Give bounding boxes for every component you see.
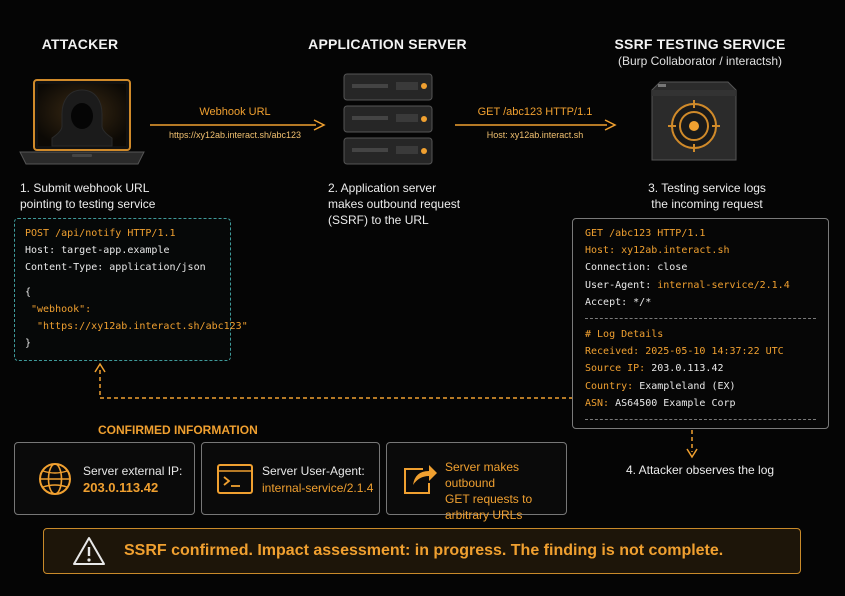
webhook-arrow-url: https://xy12ab.interact.sh/abc123 [168,130,302,140]
card-external-ip: Server external IP: 203.0.113.42 [14,442,195,515]
testing-service-appliance-icon [651,81,737,161]
user-agent-label: Server User-Agent: [262,464,365,478]
card-outbound-requests: Server makes outbound GET requests to ar… [386,442,567,522]
observe-arrow-down [686,430,698,459]
ssrf-status-banner: SSRF confirmed. Impact assessment: in pr… [43,528,801,574]
request-log-box: GET /abc123 HTTP/1.1 Host: xy12ab.intera… [572,218,829,429]
step-2-text: 2. Application server makes outbound req… [328,181,461,227]
user-agent-value: internal-service/2.1.4 [262,481,374,495]
step-4-text: 4. Attacker observes the log [625,463,775,477]
step-1-text: 1. Submit webhook URL pointing to testin… [20,181,156,211]
testing-service-title: SSRF TESTING SERVICE [614,36,786,52]
get-arrow-host: Host: xy12ab.interact.sh [486,130,584,140]
confirmed-title: CONFIRMED INFORMATION [98,423,258,437]
server-stack-icon [343,73,433,165]
attacker-title: ATTACKER [41,36,119,52]
outbound-text: Server makes outbound GET requests to ar… [445,460,533,522]
globe-icon [39,463,71,495]
hacker-laptop-icon [19,79,145,165]
banner-text: SSRF confirmed. Impact assessment: in pr… [124,542,724,559]
external-ip-value: 203.0.113.42 [83,480,159,495]
warning-icon [73,537,105,565]
attacker-request-box: POST /api/notify HTTP/1.1 Host: target-a… [14,218,248,361]
testing-service-subtitle: (Burp Collaborator / interactsh) [617,54,783,68]
terminal-icon [217,464,253,494]
share-arrow-icon [404,465,437,494]
get-arrow-label: GET /abc123 HTTP/1.1 [477,106,593,118]
external-ip-label: Server external IP: [83,464,183,478]
card-user-agent: Server User-Agent: internal-service/2.1.… [201,442,380,515]
step-3-text: 3. Testing service logs the incoming req… [648,181,766,211]
app-server-title: APPLICATION SERVER [308,36,467,52]
webhook-arrow-label: Webhook URL [199,106,271,118]
